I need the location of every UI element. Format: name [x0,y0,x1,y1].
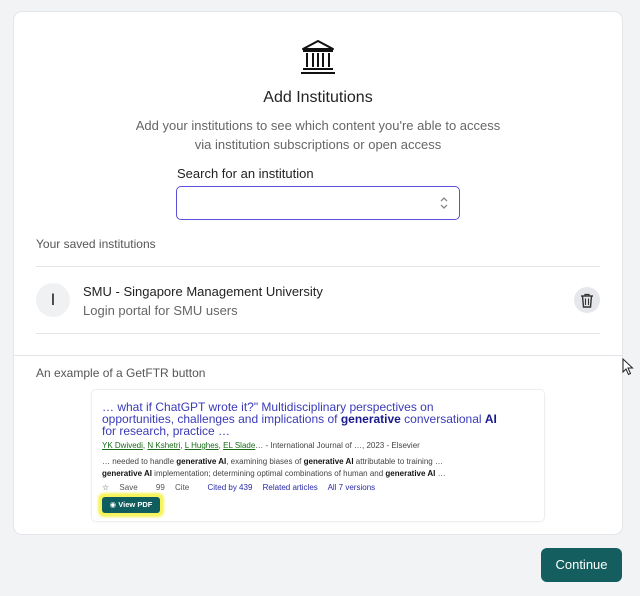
bank-building-icon [301,40,335,74]
trash-icon [581,293,593,308]
saved-institution-item: I SMU - Singapore Management University … [36,267,600,333]
save-link: ☆ Save [102,483,138,492]
star-icon: ☆ [102,483,110,492]
mouse-cursor-icon [622,358,634,376]
page-subtitle: Add your institutions to see which conte… [135,118,501,152]
institution-name: SMU - Singapore Management University [83,284,323,299]
result-snippet: … needed to handle generative AI, examin… [102,457,446,478]
institution-search-field[interactable] [176,186,460,220]
search-label: Search for an institution [177,166,314,181]
institution-search-input[interactable] [177,187,427,217]
scholar-result-example: … what if ChatGPT wrote it?" Multidiscip… [92,390,544,521]
result-links: ☆ Save 99 Cite Cited by 439 Related arti… [102,483,383,492]
section-separator [14,355,622,356]
cite-link: 99 Cite [155,483,190,492]
cited-by-link: Cited by 439 [207,483,253,492]
add-institutions-card: Add Institutions Add your institutions t… [14,12,622,534]
result-authors: YK Dwivedi, N Kshetri, L Hughes, EL Slad… [102,441,420,450]
related-articles-link: Related articles [262,483,318,492]
result-title: … what if ChatGPT wrote it?" Multidiscip… [102,400,497,438]
all-versions-link: All 7 versions [327,483,376,492]
continue-button[interactable]: Continue [541,548,622,582]
institution-avatar: I [36,283,70,317]
divider [36,333,600,334]
delete-institution-button[interactable] [574,287,600,313]
up-down-chevron-icon[interactable] [439,195,449,211]
saved-institutions-heading: Your saved institutions [36,237,156,251]
getftr-icon: ◉ [109,500,117,509]
view-pdf-button: ◉ View PDF [102,497,160,513]
quote-icon: 99 [155,483,165,492]
page-title: Add Institutions [263,89,373,106]
getftr-example-heading: An example of a GetFTR button [36,366,206,380]
institution-description: Login portal for SMU users [83,303,238,318]
